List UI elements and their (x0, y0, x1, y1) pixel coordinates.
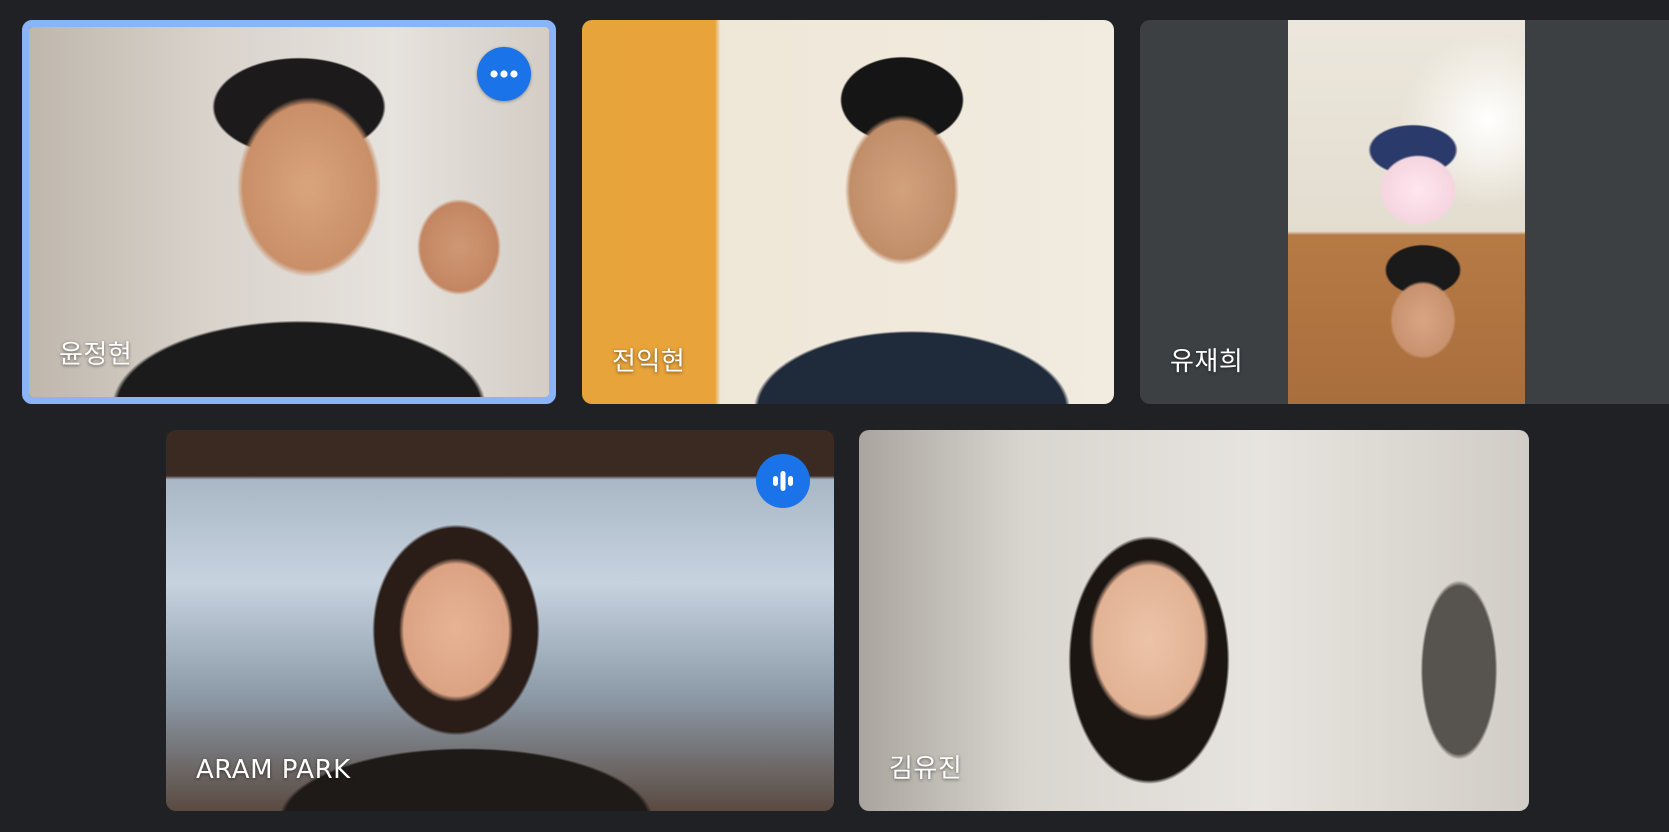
speaking-indicator (756, 454, 810, 508)
participant-name: 유재희 (1170, 347, 1244, 377)
participant-tile-jeon-ikhyeon[interactable]: 전익현 (582, 20, 1114, 404)
participant-tile-kim-yujin[interactable]: 김유진 (859, 430, 1529, 811)
participant-name: 윤정현 (59, 340, 133, 370)
participant-tile-aram-park[interactable]: ARAM PARK (166, 430, 834, 811)
participant-tile-yu-jaehui[interactable]: 유재희 (1140, 20, 1669, 404)
audio-level-icon (773, 471, 793, 491)
participant-video (1288, 20, 1525, 404)
meeting-grid: 윤정현 전익현 유재희 ARAM PARK 김유진 (0, 0, 1669, 832)
participant-name: ARAM PARK (196, 755, 351, 785)
more-horizontal-icon (490, 70, 518, 78)
participant-name: 전익현 (612, 347, 686, 377)
more-options-button[interactable] (477, 47, 531, 101)
participant-video (166, 430, 834, 811)
participant-tile-yun-jeonghyeon[interactable]: 윤정현 (22, 20, 556, 404)
participant-name: 김유진 (889, 754, 963, 784)
